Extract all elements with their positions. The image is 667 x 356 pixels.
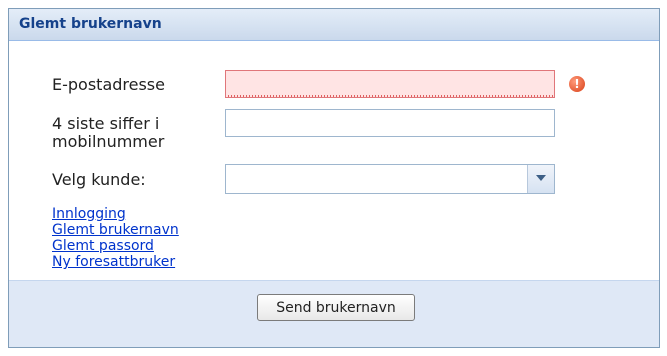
link-login[interactable]: Innlogging [52,206,126,222]
send-username-button[interactable]: Send brukernavn [257,294,415,321]
link-forgot-username[interactable]: Glemt brukernavn [52,222,179,238]
chevron-down-icon [536,175,546,181]
email-field[interactable] [225,70,555,98]
phone-digits-field[interactable] [225,109,555,137]
link-forgot-password[interactable]: Glemt passord [52,238,154,254]
panel-header: Glemt brukernavn [9,9,659,41]
customer-label: Velg kunde: [52,170,146,189]
phone-label-line2: mobilnummer [52,132,165,151]
panel-title: Glemt brukernavn [19,16,162,32]
customer-select[interactable] [225,164,555,194]
phone-label-line1: 4 siste siffer i [52,114,160,133]
customer-select-trigger[interactable] [527,165,554,193]
error-icon: ! [569,76,585,92]
email-label: E-postadresse [52,75,165,94]
link-new-guardian-user[interactable]: Ny foresattbruker [52,254,175,270]
